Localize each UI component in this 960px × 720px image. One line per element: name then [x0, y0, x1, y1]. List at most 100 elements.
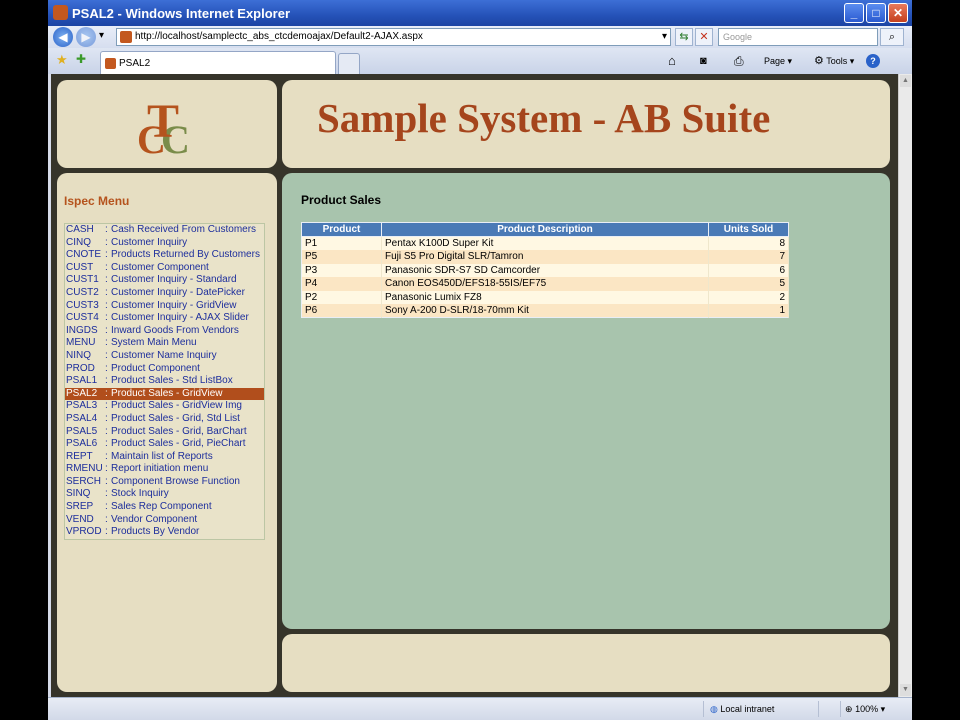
menu-item-code: PSAL3: [66, 400, 98, 412]
menu-item-cust3[interactable]: CUST3: Customer Inquiry - GridView: [65, 300, 264, 313]
menu-item-cnote[interactable]: CNOTE: Products Returned By Customers: [65, 249, 264, 262]
add-favorite-icon[interactable]: ✚: [76, 52, 86, 66]
menu-item-rept[interactable]: REPT: Maintain list of Reports: [65, 451, 264, 464]
logo-letter-t: T: [147, 95, 180, 148]
page-content: C C T Sample System - AB Suite Ispec Men…: [51, 74, 898, 697]
cell-description: Fuji S5 Pro Digital SLR/Tamron: [381, 250, 709, 264]
table-row[interactable]: P5 Fuji S5 Pro Digital SLR/Tamron 7: [301, 250, 789, 264]
maximize-button[interactable]: □: [866, 3, 886, 23]
header-panel: Sample System - AB Suite: [282, 80, 890, 168]
tools-gear-icon: ⚙: [814, 55, 824, 67]
back-button[interactable]: ◀: [53, 27, 73, 47]
column-header-description[interactable]: Product Description: [381, 222, 709, 237]
menu-item-code: SINQ: [66, 488, 91, 500]
close-button[interactable]: ✕: [888, 3, 908, 23]
grid-body: P1 Pentax K100D Super Kit 8 P5 Fuji S5 Pro D…: [301, 236, 789, 318]
print-icon[interactable]: ⎙: [734, 53, 744, 69]
menu-item-label: Report initiation menu: [111, 463, 209, 475]
menu-item-code: VPROD: [66, 526, 102, 538]
menu-item-serch[interactable]: SERCH: Component Browse Function: [65, 476, 264, 489]
menu-item-prod[interactable]: PROD: Product Component: [65, 363, 264, 376]
menu-item-psal2[interactable]: PSAL2: Product Sales - GridView: [65, 387, 264, 401]
minimize-button[interactable]: _: [844, 3, 864, 23]
home-icon[interactable]: ⌂: [668, 53, 676, 69]
cell-units-sold: 5: [708, 277, 789, 291]
protected-mode-icon: [818, 701, 838, 717]
menu-item-code: CUST: [66, 261, 94, 273]
menu-item-vprod[interactable]: VPROD: Products By Vendor: [65, 526, 264, 539]
refresh-button[interactable]: ⇆: [675, 28, 693, 46]
vertical-scrollbar[interactable]: ▲ ▼: [898, 74, 912, 697]
page-menu[interactable]: Page ▾: [764, 53, 792, 69]
tab-bar: ★ ✚ PSAL2 ⌂ ◙ ⎙ Page ▾ ⚙ Tools ▾ ?: [48, 48, 912, 74]
menu-list: CASH: Cash Received From Customers CINQ: Cu…: [64, 223, 265, 540]
main-panel: Product Sales Product Product Descriptio…: [282, 173, 890, 629]
scroll-up-icon[interactable]: ▲: [900, 75, 911, 87]
menu-item-psal3[interactable]: PSAL3: Product Sales - GridView Img: [65, 400, 264, 413]
zone-label: Local intranet: [720, 704, 775, 714]
footer-panel: [282, 634, 890, 692]
cell-description: Pentax K100D Super Kit: [381, 236, 709, 250]
security-zone[interactable]: ◍ Local intranet: [703, 701, 813, 717]
table-row[interactable]: P3 Panasonic SDR-S7 SD Camcorder 6: [301, 263, 789, 277]
menu-item-label: Component Browse Function: [111, 475, 240, 487]
column-header-units-sold[interactable]: Units Sold: [708, 222, 789, 237]
menu-item-ninq[interactable]: NINQ: Customer Name Inquiry: [65, 350, 264, 363]
menu-item-code: NINQ: [66, 349, 91, 361]
cell-units-sold: 6: [708, 263, 789, 277]
stop-button[interactable]: ✕: [695, 28, 713, 46]
menu-item-cinq[interactable]: CINQ: Customer Inquiry: [65, 237, 264, 250]
menu-item-menu[interactable]: MENU: System Main Menu: [65, 337, 264, 350]
favorites-star-icon[interactable]: ★: [56, 52, 68, 68]
menu-item-cash[interactable]: CASH: Cash Received From Customers: [65, 224, 264, 237]
menu-item-psal1[interactable]: PSAL1: Product Sales - Std ListBox: [65, 375, 264, 388]
menu-item-psal4[interactable]: PSAL4: Product Sales - Grid, Std List: [65, 413, 264, 426]
menu-item-psal6[interactable]: PSAL6: Product Sales - Grid, PieChart: [65, 438, 264, 451]
forward-button[interactable]: ▶: [76, 27, 96, 47]
help-icon[interactable]: ?: [866, 54, 880, 68]
table-row[interactable]: P1 Pentax K100D Super Kit 8: [301, 236, 789, 250]
menu-item-code: RMENU: [66, 463, 103, 475]
menu-item-ingds[interactable]: INGDS: Inward Goods From Vendors: [65, 325, 264, 338]
zoom-level: 100%: [855, 704, 879, 714]
table-row[interactable]: P6 Sony A-200 D-SLR/18-70mm Kit 1: [301, 304, 789, 318]
status-bar: ◍ Local intranet ⊕ 100% ▾: [48, 697, 912, 720]
menu-item-cust2[interactable]: CUST2: Customer Inquiry - DatePicker: [65, 287, 264, 300]
menu-item-code: REPT: [66, 450, 93, 462]
menu-item-code: CNOTE: [66, 249, 101, 261]
menu-item-sinq[interactable]: SINQ: Stock Inquiry: [65, 488, 264, 501]
zoom-control[interactable]: ⊕ 100% ▾: [840, 701, 910, 717]
menu-panel: Ispec Menu CASH: Cash Received From Custo…: [57, 173, 277, 692]
menu-item-rmenu[interactable]: RMENU: Report initiation menu: [65, 463, 264, 476]
search-input[interactable]: Google: [718, 28, 878, 46]
column-header-product[interactable]: Product: [301, 222, 382, 237]
table-row[interactable]: P2 Panasonic Lumix FZ8 2: [301, 290, 789, 304]
zoom-icon: ⊕: [845, 704, 853, 714]
menu-item-cust4[interactable]: CUST4: Customer Inquiry - AJAX Slider: [65, 312, 264, 325]
menu-item-srep[interactable]: SREP: Sales Rep Component: [65, 501, 264, 514]
history-dropdown-icon[interactable]: ▾: [99, 30, 104, 41]
table-row[interactable]: P4 Canon EOS450D/EFS18-55IS/EF75 5: [301, 277, 789, 291]
menu-item-label: System Main Menu: [111, 337, 197, 349]
menu-item-label: Product Sales - Std ListBox: [111, 375, 233, 387]
search-button[interactable]: ⌕: [880, 28, 904, 46]
menu-item-label: Product Sales - Grid, PieChart: [111, 438, 246, 450]
tools-menu[interactable]: ⚙ Tools ▾: [814, 53, 854, 69]
cell-product: P4: [301, 277, 382, 291]
menu-item-cust1[interactable]: CUST1: Customer Inquiry - Standard: [65, 274, 264, 287]
tab-psal2[interactable]: PSAL2: [100, 51, 336, 74]
url-dropdown-icon[interactable]: ▾: [662, 29, 667, 45]
menu-item-label: Maintain list of Reports: [111, 450, 213, 462]
menu-item-vend[interactable]: VEND: Vendor Component: [65, 514, 264, 527]
new-tab-button[interactable]: [338, 53, 360, 74]
menu-item-cust[interactable]: CUST: Customer Component: [65, 262, 264, 275]
menu-item-label: Customer Inquiry: [111, 236, 188, 248]
cell-units-sold: 2: [708, 290, 789, 304]
menu-item-psal5[interactable]: PSAL5: Product Sales - Grid, BarChart: [65, 426, 264, 439]
url-input[interactable]: http://localhost/samplectc_abs_ctcdemoaj…: [116, 28, 671, 46]
cell-units-sold: 7: [708, 250, 789, 264]
address-bar: ◀ ▶ ▾ http://localhost/samplectc_abs_ctc…: [48, 26, 912, 48]
scroll-down-icon[interactable]: ▼: [900, 684, 911, 696]
feeds-icon[interactable]: ◙: [700, 53, 707, 69]
menu-item-label: Customer Inquiry - AJAX Slider: [111, 312, 249, 324]
